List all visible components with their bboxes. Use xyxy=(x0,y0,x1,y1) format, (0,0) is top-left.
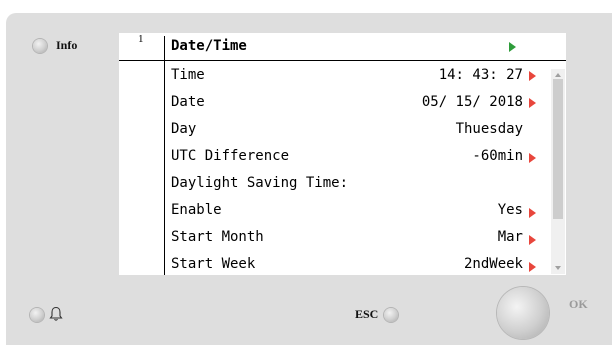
list-item-start-month[interactable]: Start Month Mar xyxy=(171,226,553,250)
screen-divider xyxy=(164,36,165,275)
list-item-time[interactable]: Time 14: 43: 27 xyxy=(171,64,553,88)
row-value: 14: 43: 27 xyxy=(438,67,523,83)
ok-label: OK xyxy=(569,297,588,311)
scrollbar-thumb[interactable] xyxy=(553,79,563,219)
edit-arrow-icon[interactable] xyxy=(529,208,536,218)
row-label: Time xyxy=(171,67,205,83)
row-label: Enable xyxy=(171,202,222,218)
edit-arrow-icon[interactable] xyxy=(529,71,536,81)
header-rule xyxy=(119,60,566,61)
alarm-led[interactable] xyxy=(30,308,44,322)
info-label: Info xyxy=(56,38,78,52)
ok-knob-button[interactable] xyxy=(497,287,549,339)
info-led[interactable] xyxy=(33,39,47,53)
edit-arrow-icon[interactable] xyxy=(529,235,536,245)
esc-button[interactable] xyxy=(384,308,398,322)
row-label: Start Month xyxy=(171,229,264,245)
menu-enter-arrow-icon[interactable] xyxy=(509,42,516,52)
row-label: Day xyxy=(171,121,197,137)
row-value: 05/ 15/ 2018 xyxy=(421,94,523,110)
menu-title: Date/Time xyxy=(171,38,247,54)
page-number: 1 xyxy=(138,33,144,45)
row-value: -60min xyxy=(472,148,523,164)
list-item-day[interactable]: Day Thuesday xyxy=(171,118,553,142)
edit-arrow-icon[interactable] xyxy=(529,98,536,108)
row-value: Mar xyxy=(497,229,523,245)
list-item-dst-heading: Daylight Saving Time: xyxy=(171,172,553,196)
list-item-utc-difference[interactable]: UTC Difference -60min xyxy=(171,145,553,169)
row-value: 2ndWeek xyxy=(463,256,523,272)
row-label: Date xyxy=(171,94,205,110)
scroll-down-icon[interactable] xyxy=(555,266,561,270)
list-item-start-week[interactable]: Start Week 2ndWeek xyxy=(171,253,553,275)
esc-label: ESC xyxy=(355,307,379,321)
row-value: Thuesday xyxy=(455,121,523,137)
row-label: UTC Difference xyxy=(171,148,290,164)
bell-icon[interactable] xyxy=(49,306,63,322)
list-item-date[interactable]: Date 05/ 15/ 2018 xyxy=(171,91,553,115)
row-label: Start Week xyxy=(171,256,256,272)
scroll-up-icon[interactable] xyxy=(555,73,561,77)
display-screen: 1 Date/Time Time 14: 43: 27 Date 05/ 15/… xyxy=(119,33,566,275)
edit-arrow-icon[interactable] xyxy=(529,153,536,163)
edit-arrow-icon[interactable] xyxy=(529,262,536,272)
list-item-enable[interactable]: Enable Yes xyxy=(171,199,553,223)
row-value: Yes xyxy=(497,202,523,218)
row-label: Daylight Saving Time: xyxy=(171,175,349,191)
